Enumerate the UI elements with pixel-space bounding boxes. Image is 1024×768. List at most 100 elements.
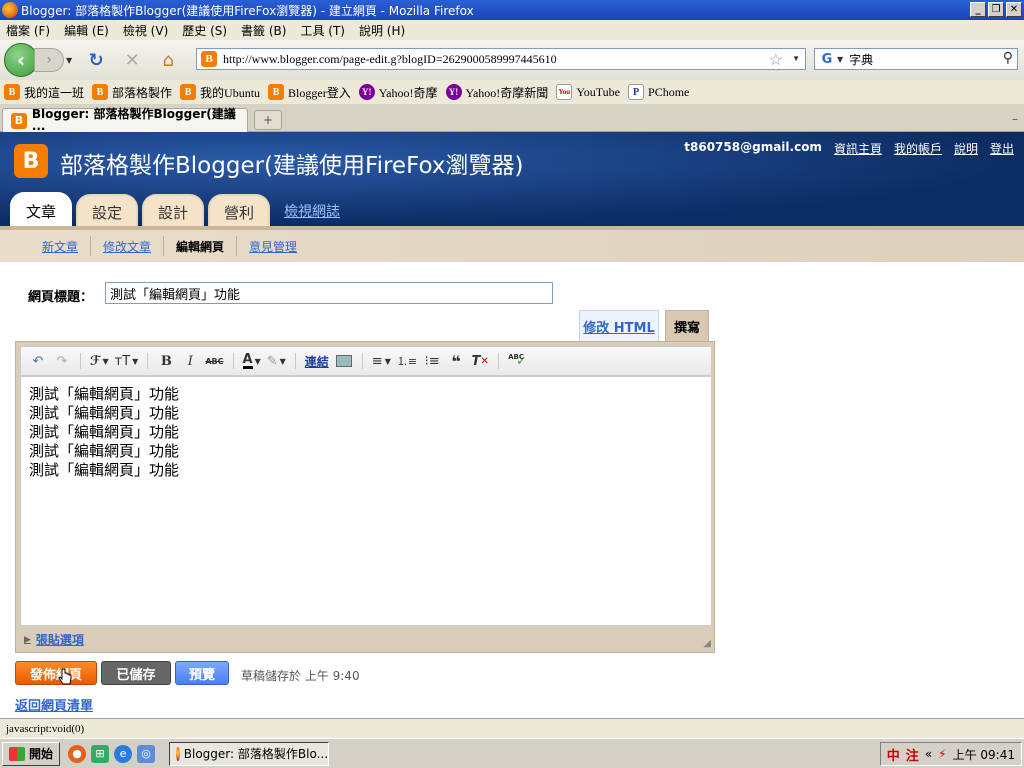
navigation-toolbar: ‹ › ▼ ↻ ✕ ⌂ B http://www.blogger.com/pag… <box>0 40 1024 80</box>
chevron-down-icon: ▼ <box>254 356 261 366</box>
bookmark-label: PChome <box>648 84 690 99</box>
bookmark-item[interactable]: B Blogger登入 <box>268 84 351 101</box>
forward-button[interactable]: › <box>34 48 64 72</box>
quick-launch-icon[interactable]: ◎ <box>137 744 156 763</box>
menu-view[interactable]: 檢視 (V) <box>123 22 168 39</box>
bold-button[interactable]: B <box>157 351 175 371</box>
search-icon[interactable]: ⚲ <box>1003 50 1013 66</box>
bookmark-item[interactable]: Y! Yahoo!奇摩新聞 <box>445 84 548 101</box>
blogger-favicon-icon: B <box>11 112 27 129</box>
numbered-list-icon[interactable]: ⒈≡ <box>397 351 417 371</box>
font-size-button[interactable]: тT ▼ <box>115 351 139 371</box>
minimize-button[interactable]: _ <box>970 2 986 17</box>
ime-zhuyin-icon[interactable]: 注 <box>906 745 919 764</box>
body-line: 測試「編輯網頁」功能 <box>29 404 180 422</box>
help-link[interactable]: 說明 <box>954 140 978 157</box>
menu-edit[interactable]: 編輯 (E) <box>64 22 109 39</box>
subtab-edit-posts[interactable]: 修改文章 <box>91 236 165 256</box>
subtab-edit-pages[interactable]: 編輯網頁 <box>164 236 238 256</box>
ime-chinese-icon[interactable]: 中 <box>887 745 900 764</box>
align-button[interactable]: ≡ ▼ <box>372 351 391 371</box>
maximize-button[interactable]: ❐ <box>988 2 1004 17</box>
menu-help[interactable]: 說明 (H) <box>359 22 405 39</box>
close-button[interactable]: ✕ <box>1006 2 1022 17</box>
bookmark-label: YouTube <box>576 84 621 99</box>
resize-handle-icon[interactable]: ◢ <box>703 638 711 649</box>
dashboard-link[interactable]: 資訊主頁 <box>834 140 882 157</box>
menu-tools[interactable]: 工具 (T) <box>300 22 345 39</box>
undo-icon[interactable]: ↶ <box>29 351 47 371</box>
sign-out-link[interactable]: 登出 <box>990 140 1014 157</box>
reload-button[interactable]: ↻ <box>83 47 109 73</box>
google-icon[interactable]: G <box>819 51 835 67</box>
saved-button[interactable]: 已儲存 <box>101 661 171 685</box>
spell-check-button[interactable]: ABC ✓ <box>508 351 527 371</box>
windows-taskbar: 開始 ● ⊞ e ◎ Blogger: 部落格製作Blo... 中 注 « ⚡ … <box>0 738 1024 768</box>
compose-tab[interactable]: 撰寫 <box>665 310 709 342</box>
search-input[interactable]: 字典 <box>849 51 873 68</box>
browser-tab[interactable]: B Blogger: 部落格製作Blogger(建議··· <box>2 107 248 136</box>
search-engine-dropdown-icon[interactable]: ▼ <box>837 55 843 64</box>
tab-posting[interactable]: 文章 <box>10 192 73 228</box>
firefox-icon <box>2 2 18 18</box>
image-icon[interactable] <box>335 351 353 371</box>
my-account-link[interactable]: 我的帳戶 <box>894 140 942 157</box>
bookmark-star-icon[interactable]: ☆ <box>769 50 783 70</box>
publish-page-button[interactable]: 發佈網頁 <box>15 661 97 685</box>
preview-button[interactable]: 預覽 <box>175 661 229 685</box>
bookmark-item[interactable]: B 我的Ubuntu <box>180 84 260 101</box>
strikethrough-button[interactable]: ABC <box>205 351 223 371</box>
bookmark-item[interactable]: Y! Yahoo!奇摩 <box>358 84 438 101</box>
start-button[interactable]: 開始 <box>2 741 61 766</box>
firefox-icon[interactable]: ● <box>68 744 87 763</box>
subtab-comments[interactable]: 意見管理 <box>237 236 309 256</box>
blogger-icon: B <box>92 84 109 100</box>
bulleted-list-icon[interactable]: ⁝≡ <box>423 351 441 371</box>
new-tab-button[interactable]: + <box>254 110 282 130</box>
link-button[interactable]: 連結 <box>305 351 329 371</box>
back-to-pages-link[interactable]: 返回網頁清單 <box>15 695 93 714</box>
post-body-editor[interactable]: 測試「編輯網頁」功能 測試「編輯網頁」功能 測試「編輯網頁」功能 測試「編輯網頁… <box>20 376 712 626</box>
stop-icon: ✕ <box>124 49 140 71</box>
taskbar-firefox-window[interactable]: Blogger: 部落格製作Blo... <box>169 741 330 766</box>
close-tab-icon[interactable]: – <box>1012 112 1018 126</box>
windows-icon[interactable]: ⊞ <box>91 744 110 763</box>
tray-expand-icon[interactable]: « <box>925 747 932 761</box>
view-blog-link[interactable]: 檢視網誌 <box>274 194 350 228</box>
highlight-button[interactable]: ✎ ▼ <box>267 351 286 371</box>
search-bar[interactable]: G ▼ 字典 ⚲ <box>814 48 1018 70</box>
bookmark-item[interactable]: B 部落格製作 <box>92 84 172 101</box>
tab-layout[interactable]: 設計 <box>142 194 205 228</box>
home-button[interactable]: ⌂ <box>155 47 181 73</box>
bookmark-item[interactable]: B 我的這一班 <box>4 84 84 101</box>
internet-explorer-icon[interactable]: e <box>114 744 133 763</box>
align-left-icon: ≡ <box>371 353 383 369</box>
subtab-new-post[interactable]: 新文章 <box>30 236 92 256</box>
paste-options-toggle[interactable]: ▶ 張貼選項 <box>24 631 84 648</box>
remove-format-icon[interactable]: T ✕ <box>471 351 489 371</box>
editor-toolbar: ↶ ↷ ℱ ▼ тT ▼ B I ABC A ▼ ✎ ▼ 連結 ≡ ▼ ⒈≡ ⁝≡ ❝ T… <box>20 346 712 376</box>
tab-monetize[interactable]: 營利 <box>208 194 271 228</box>
page-title-input[interactable] <box>105 282 553 304</box>
menu-history[interactable]: 歷史 (S) <box>182 22 227 39</box>
tab-settings[interactable]: 設定 <box>76 194 139 228</box>
font-icon: ℱ <box>90 353 101 369</box>
menu-file[interactable]: 檔案 (F) <box>6 22 50 39</box>
stop-button[interactable]: ✕ <box>119 47 145 73</box>
history-dropdown-icon[interactable]: ▼ <box>66 56 72 65</box>
italic-button[interactable]: I <box>181 351 199 371</box>
network-icon[interactable]: ⚡ <box>938 747 946 761</box>
bookmark-item[interactable]: P PChome <box>628 84 689 100</box>
url-dropdown-icon[interactable]: ▼ <box>792 54 800 63</box>
bookmark-item[interactable]: You YouTube <box>556 84 620 100</box>
menu-bookmarks[interactable]: 書籤 (B) <box>241 22 286 39</box>
address-bar[interactable]: B http://www.blogger.com/page-edit.g?blo… <box>196 48 806 70</box>
text-color-button[interactable]: A ▼ <box>242 351 261 371</box>
bookmarks-bar: B 我的這一班 B 部落格製作 B 我的Ubuntu B Blogger登入 Y! Yah… <box>0 80 1024 104</box>
back-button[interactable]: ‹ <box>4 43 38 77</box>
edit-html-tab[interactable]: 修改 HTML <box>579 310 659 342</box>
redo-icon[interactable]: ↷ <box>53 351 71 371</box>
font-button[interactable]: ℱ ▼ <box>90 351 109 371</box>
blockquote-icon[interactable]: ❝ <box>447 351 465 371</box>
blogger-logo-icon[interactable]: B <box>14 144 48 178</box>
